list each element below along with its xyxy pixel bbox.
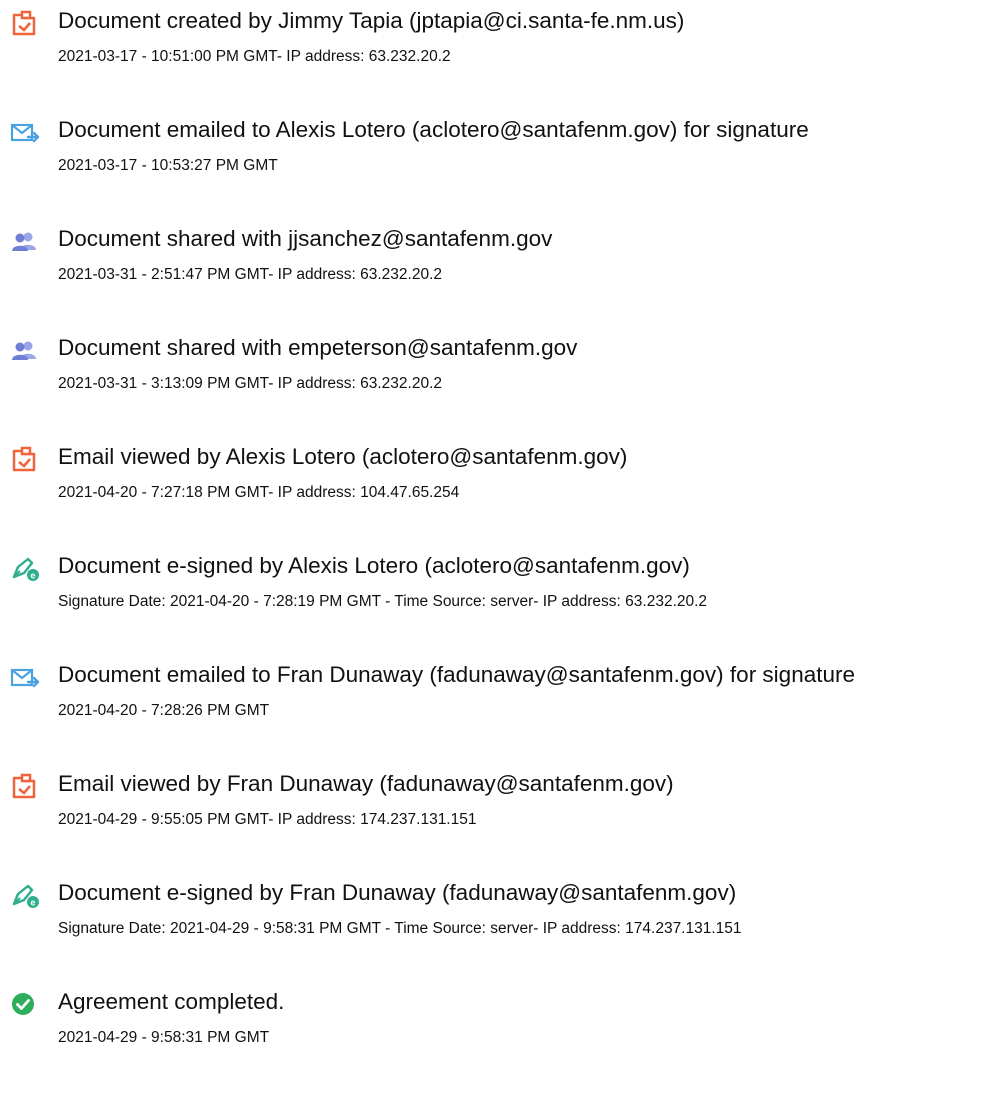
users-icon	[10, 228, 40, 254]
document-icon	[10, 773, 40, 799]
entry-detail: 2021-04-29 - 9:58:31 PM GMT	[58, 1029, 270, 1046]
pen-sign-icon: e	[10, 555, 40, 581]
pen-sign-icon: e	[10, 882, 40, 908]
entry-title: Document emailed to Fran Dunaway (faduna…	[58, 662, 855, 687]
entry-detail: 2021-03-31 - 3:13:09 PM GMT- IP address:…	[58, 375, 442, 392]
svg-text:e: e	[30, 571, 35, 581]
entry-title: Document created by Jimmy Tapia (jptapia…	[58, 8, 685, 33]
check-circle-icon	[10, 991, 40, 1017]
svg-text:e: e	[30, 898, 35, 908]
users-icon	[10, 337, 40, 363]
entry-detail: Signature Date: 2021-04-20 - 7:28:19 PM …	[58, 593, 708, 610]
email-sent-icon	[10, 664, 40, 690]
entry-title: Document shared with jjsanchez@santafenm…	[58, 226, 553, 251]
email-sent-icon	[10, 119, 40, 145]
document-icon	[10, 10, 40, 36]
entry-title: Document emailed to Alexis Lotero (aclot…	[58, 117, 809, 142]
entry-detail: 2021-03-31 - 2:51:47 PM GMT- IP address:…	[58, 266, 442, 283]
entry-title: Document e-signed by Alexis Lotero (aclo…	[58, 553, 690, 578]
entry-title: Document e-signed by Fran Dunaway (fadun…	[58, 880, 737, 905]
entry-title: Email viewed by Alexis Lotero (aclotero@…	[58, 444, 628, 469]
entry-title: Agreement completed.	[58, 989, 285, 1014]
entry-detail: 2021-04-29 - 9:55:05 PM GMT- IP address:…	[58, 811, 477, 828]
entry-detail: 2021-04-20 - 7:28:26 PM GMT	[58, 702, 270, 719]
entry-title: Email viewed by Fran Dunaway (fadunaway@…	[58, 771, 674, 796]
entry-detail: 2021-04-20 - 7:27:18 PM GMT- IP address:…	[58, 484, 460, 501]
entry-detail: Signature Date: 2021-04-29 - 9:58:31 PM …	[58, 920, 742, 937]
entry-title: Document shared with empeterson@santafen…	[58, 335, 578, 360]
entry-detail: 2021-03-17 - 10:51:00 PM GMT- IP address…	[58, 48, 451, 65]
document-icon	[10, 446, 40, 472]
entry-detail: 2021-03-17 - 10:53:27 PM GMT	[58, 157, 278, 174]
